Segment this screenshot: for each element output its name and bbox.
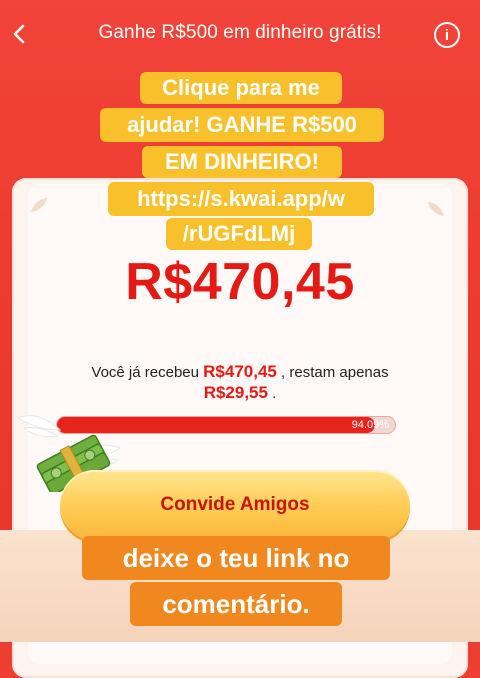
bottom-caption-line-1: deixe o teu link no: [82, 536, 390, 580]
caption-line-2: ajudar! GANHE R$500: [100, 108, 384, 142]
received-status-text: Você já recebeu R$470,45 , restam apenas…: [40, 362, 440, 404]
received-amount: R$470,45: [203, 362, 277, 381]
caption-line-4: https://s.kwai.app/w: [108, 182, 374, 216]
info-icon-glyph: i: [444, 26, 450, 44]
progress-label: 94.09%: [351, 419, 389, 431]
caption-line-1: Clique para me: [140, 72, 342, 104]
received-suffix: .: [272, 385, 277, 402]
chevron-left-icon[interactable]: [6, 18, 32, 50]
caption-line-3: EM DINHEIRO!: [142, 146, 342, 178]
header: Ganhe R$500 em dinheiro grátis! i: [0, 0, 480, 66]
page-title: Ganhe R$500 em dinheiro grátis!: [98, 22, 382, 43]
info-icon[interactable]: i: [434, 22, 460, 48]
received-prefix: Você já recebeu: [91, 364, 199, 381]
received-middle: , restam apenas: [281, 364, 389, 381]
balance-amount: R$470,45: [125, 253, 355, 311]
caption-line-5: /rUGFdLMj: [166, 218, 312, 250]
leaf-decoration-left-icon: [31, 198, 47, 212]
remaining-amount: R$29,55: [203, 383, 268, 402]
bottom-caption-line-2: comentário.: [130, 582, 342, 626]
leaf-decoration-right-icon: [428, 202, 444, 216]
invite-friends-button[interactable]: Convide Amigos: [60, 470, 410, 540]
